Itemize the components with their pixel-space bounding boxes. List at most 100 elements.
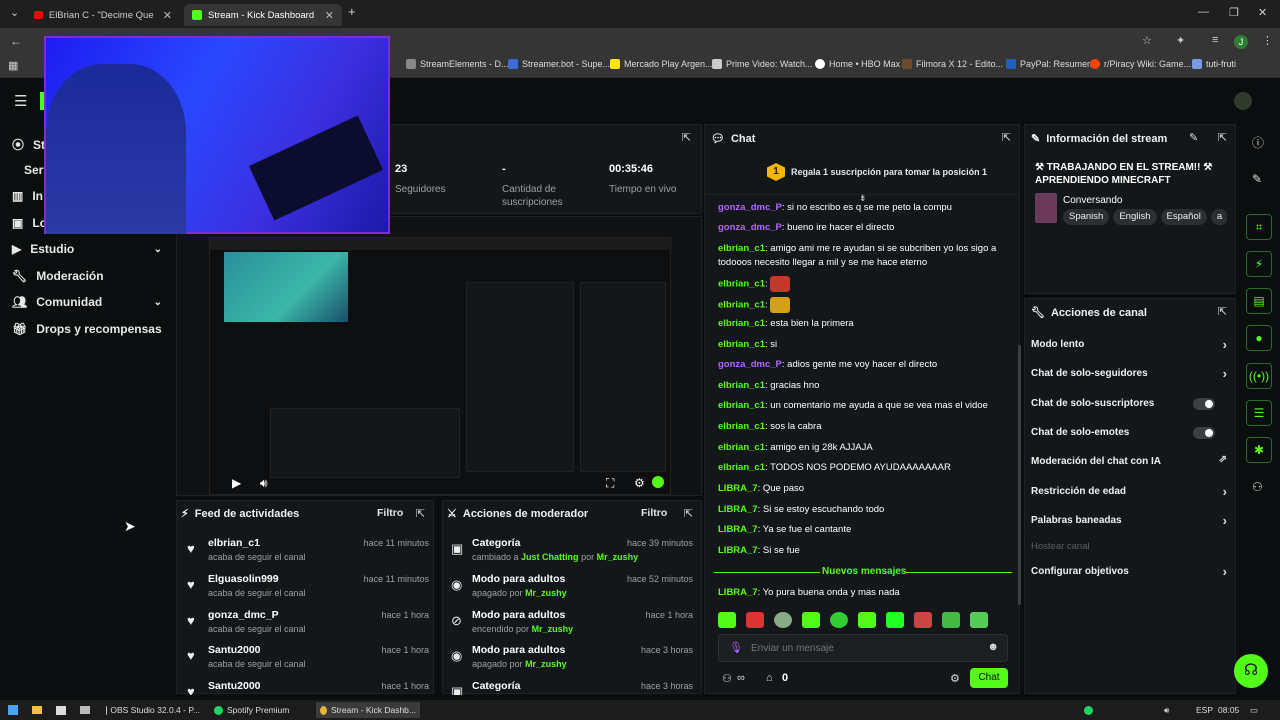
chat-username[interactable]: LIBRA_7	[718, 545, 758, 556]
close-icon[interactable]: ✕	[325, 9, 334, 22]
mail-icon[interactable]	[76, 702, 94, 718]
sidebar-item-drops[interactable]: 🎁︎ Drops y recompensas	[12, 322, 162, 336]
windows-start-icon[interactable]	[4, 702, 22, 718]
chat-username[interactable]: gonza_dmc_P	[718, 359, 782, 370]
maximize-icon[interactable]: ❐	[1229, 6, 1239, 19]
feed-user[interactable]: Santu2000	[208, 644, 261, 656]
notifications-icon[interactable]: ▭	[1246, 702, 1262, 718]
sidebar-item-estudio[interactable]: ▶ Estudio ⌄	[12, 242, 162, 256]
feed-user[interactable]: Santu2000	[208, 680, 261, 692]
rail-button-bolt[interactable]: ⚡︎	[1246, 251, 1272, 277]
bookmark-item[interactable]: PayPal: Resumen	[1006, 59, 1092, 69]
rail-button-clipboard[interactable]: ▤	[1246, 288, 1272, 314]
popout-icon[interactable]: ⇱	[1218, 305, 1227, 318]
volume-tray-icon[interactable]: 🔊︎	[1160, 702, 1173, 718]
emoji-icon[interactable]: ☻	[987, 641, 999, 653]
emote-icon[interactable]	[770, 297, 791, 313]
emote-icon[interactable]	[858, 612, 876, 628]
rail-button-broadcast[interactable]: ((•))	[1246, 363, 1272, 389]
rail-button-list[interactable]: ☰	[1246, 400, 1272, 426]
menu-icon[interactable]: ☰	[14, 92, 27, 110]
pencil-icon[interactable]: ✎	[1252, 172, 1262, 186]
bookmark-item[interactable]: Mercado Play Argen...	[610, 59, 713, 69]
edit-icon[interactable]: ✎	[1189, 131, 1198, 144]
chat-username[interactable]: elbrian_c1	[718, 442, 765, 453]
tab-kick-dashboard[interactable]: Stream - Kick Dashboard ✕	[184, 4, 342, 26]
action-user[interactable]: Mr_zushy	[525, 588, 567, 598]
chat-username[interactable]: gonza_dmc_P	[718, 202, 782, 213]
info-icon[interactable]: ⓘ	[1252, 134, 1264, 151]
feed-user[interactable]: Elguasolin999	[208, 573, 279, 585]
taskbar-app-obs[interactable]: OBS Studio 32.0.4 - P...	[102, 702, 204, 718]
send-chat-button[interactable]: Chat	[970, 668, 1008, 688]
extensions-icon[interactable]: ✦	[1176, 34, 1185, 47]
channel-action-palabras-baneadas[interactable]: Palabras baneadas ›	[1031, 513, 1227, 528]
popout-icon[interactable]: ⇱	[1002, 131, 1011, 144]
tag-chip[interactable]: Spanish	[1063, 209, 1110, 225]
calendar-icon[interactable]	[52, 702, 70, 718]
bookmark-item[interactable]: Home • HBO Max	[815, 59, 900, 69]
profile-avatar[interactable]: J	[1234, 35, 1248, 49]
emote-icon[interactable]	[774, 612, 792, 628]
stream-video[interactable]: ▶ 🔊︎ ⛶ ⚙	[209, 237, 672, 495]
fullscreen-icon[interactable]: ⛶	[606, 476, 614, 491]
spotify-tray-icon[interactable]	[1080, 702, 1097, 718]
chat-username[interactable]: LIBRA_7	[718, 483, 758, 494]
emote-icon[interactable]	[718, 612, 736, 628]
chat-username[interactable]: elbrian_c1	[718, 421, 765, 432]
channel-action-solo-seguidores[interactable]: Chat de solo-seguidores ›	[1031, 366, 1227, 381]
more-icon[interactable]: ⋮	[1262, 34, 1273, 47]
emote-icon[interactable]	[830, 612, 848, 628]
bookmark-item[interactable]: Filmora X 12 - Edito...	[902, 59, 1003, 69]
add-user-icon[interactable]: ⚇	[1252, 480, 1263, 494]
toggle-switch[interactable]	[1193, 398, 1215, 410]
help-chat-button[interactable]: ☊	[1234, 654, 1268, 688]
new-messages-label[interactable]: Nuevos mensajes	[822, 566, 907, 577]
emote-icon[interactable]	[886, 612, 904, 628]
bookmark-item[interactable]: Streamer.bot - Supe...	[508, 59, 610, 69]
chat-username[interactable]: elbrian_c1	[718, 243, 765, 254]
chat-username[interactable]: elbrian_c1	[718, 318, 765, 329]
close-window-icon[interactable]: ✕	[1258, 6, 1267, 19]
chat-username[interactable]: elbrian_c1	[718, 300, 765, 311]
chat-username[interactable]: LIBRA_7	[718, 504, 758, 515]
clock[interactable]: 08:05	[1214, 702, 1243, 718]
pinned-gift-banner[interactable]: 1 Regala 1 suscripción para tomar la pos…	[705, 151, 1019, 195]
channel-action-configurar-objetivos[interactable]: Configurar objetivos ›	[1031, 564, 1227, 579]
users-icon[interactable]: ⚇	[722, 672, 732, 685]
media-icon[interactable]: ≡	[1212, 34, 1218, 46]
tab-list-icon[interactable]: ⌄	[10, 6, 19, 19]
file-explorer-icon[interactable]	[28, 702, 46, 718]
emote-icon[interactable]	[746, 612, 764, 628]
chat-username[interactable]: gonza_dmc_P	[718, 222, 782, 233]
bookmark-item[interactable]: StreamElements - D...	[406, 59, 509, 69]
play-icon[interactable]: ▶	[232, 476, 241, 490]
chat-username[interactable]: LIBRA_7	[718, 587, 758, 598]
close-icon[interactable]: ✕	[163, 9, 172, 22]
chat-username[interactable]: elbrian_c1	[718, 400, 765, 411]
tab-youtube[interactable]: ElBrian C - "Decime Que Es" ✕	[26, 4, 180, 26]
apps-grid-icon[interactable]: ▦	[8, 59, 18, 72]
chat-username[interactable]: LIBRA_7	[718, 524, 758, 535]
emote-icon[interactable]	[914, 612, 932, 628]
chat-settings-icon[interactable]: ⚙	[950, 672, 960, 685]
feed-user[interactable]: elbrian_c1	[208, 537, 260, 549]
emote-icon[interactable]	[802, 612, 820, 628]
rail-button-crop[interactable]: ⌗	[1246, 214, 1272, 240]
toggle-switch[interactable]	[1193, 427, 1215, 439]
store-icon[interactable]: ⌂	[766, 672, 773, 684]
emote-icon[interactable]	[770, 276, 791, 292]
star-icon[interactable]: ☆	[1142, 34, 1152, 47]
sidebar-item-moderacion[interactable]: 🔧︎ Moderación	[12, 269, 162, 283]
bookmark-item[interactable]: Prime Video: Watch...	[712, 59, 813, 69]
feed-filter-button[interactable]: Filtro	[377, 507, 403, 519]
new-tab-icon[interactable]: +	[348, 4, 356, 19]
back-icon[interactable]: ←	[10, 34, 22, 48]
action-value[interactable]: Just Chatting	[521, 552, 579, 562]
popout-icon[interactable]: ⇱	[1218, 131, 1227, 144]
category-name[interactable]: Conversando	[1063, 195, 1122, 206]
chat-scrollbar[interactable]	[1018, 345, 1021, 605]
action-user[interactable]: Mr_zushy	[525, 659, 567, 669]
channel-action-restriccion-edad[interactable]: Restricción de edad ›	[1031, 484, 1227, 499]
popout-icon[interactable]: ⇱	[416, 507, 425, 520]
